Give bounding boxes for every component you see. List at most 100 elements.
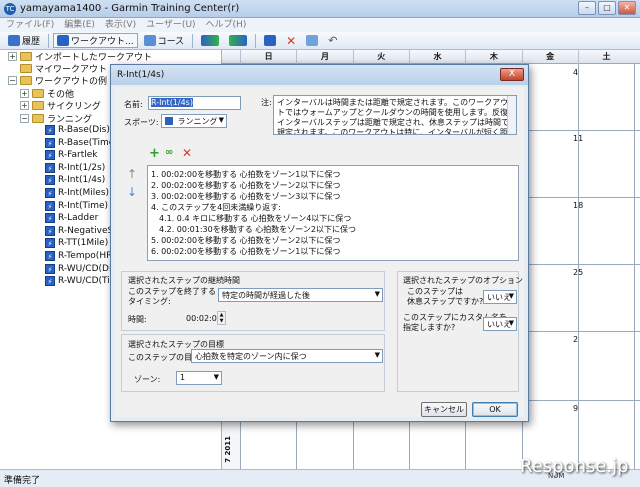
weekday-header: 日 (240, 50, 296, 64)
menu-file[interactable]: ファイル(F) (6, 18, 54, 32)
workout-icon: ⚡ (45, 251, 55, 261)
tree-item-imported[interactable]: + インポートしたワークアウト (8, 50, 152, 63)
menu-view[interactable]: 表示(V) (105, 18, 136, 32)
step-item[interactable]: 6. 00:02:00を移動する 心拍数をゾーン1以下に保つ (151, 246, 340, 257)
step-item[interactable]: 4.2. 00:01:30を移動する 心拍数をゾーン2以下に保つ (159, 224, 356, 235)
step-item[interactable]: 5. 00:02:00を移動する 心拍数をゾーン2以下に保つ (151, 235, 340, 246)
tree-item-other[interactable]: + その他 (20, 87, 74, 100)
receive-from-device-button[interactable] (225, 33, 251, 48)
move-up-icon[interactable]: ↑ (127, 167, 137, 181)
tree-workout-item[interactable]: ⚡ R-Fartlek (45, 149, 97, 161)
step-item[interactable]: 2. 00:02:00を移動する 心拍数をゾーン2以下に保つ (151, 180, 340, 191)
tree-workout-item[interactable]: ⚡ R-Base(Time) (45, 137, 118, 149)
expand-icon[interactable]: + (20, 88, 29, 98)
undo-icon: ↶ (328, 34, 338, 47)
tree-workout-label: R-WU/CD(Dis (58, 263, 117, 274)
import-button[interactable] (302, 33, 322, 48)
undo-button[interactable]: ↶ (324, 33, 341, 48)
tree-workout-item[interactable]: ⚡ R-TT(1Mile) (45, 237, 108, 249)
courses-button[interactable]: コース (140, 33, 189, 48)
duration-title: 選択されたステップの継続時間 (128, 276, 240, 285)
tree-item-label: サイクリング (47, 101, 101, 112)
new-workout-button[interactable] (260, 33, 280, 48)
tree-workout-item[interactable]: ⚡ R-WU/CD(Dis (45, 263, 116, 275)
workout-icon: ⚡ (45, 125, 55, 135)
import-icon (306, 35, 319, 46)
folder-icon (20, 51, 32, 61)
sport-select[interactable]: ランニング ▼ (161, 114, 227, 128)
chevron-down-icon: ▼ (508, 292, 514, 300)
calendar-day[interactable]: 9 (573, 404, 578, 413)
workouts-label: ワークアウト... (71, 37, 134, 47)
tree-workout-item[interactable]: ⚡ R-Int(1/2s) (45, 162, 105, 174)
workout-icon: ⚡ (45, 137, 55, 148)
menu-edit[interactable]: 編集(E) (64, 18, 95, 32)
calendar-day[interactable]: 4 (573, 68, 578, 77)
chevron-down-icon: ▼ (374, 351, 380, 359)
tree-workout-item[interactable]: ⚡ R-Int(Time) (45, 200, 108, 212)
zone-value: 1 (180, 373, 186, 382)
custom-name-select[interactable]: いいえ ▼ (483, 317, 517, 331)
workouts-button[interactable]: ワークアウト... (53, 33, 138, 48)
tree-workout-item[interactable]: ⚡ R-Int(1/4s) (45, 174, 105, 186)
add-step-icon[interactable]: + (149, 146, 160, 161)
workout-icon: ⚡ (45, 150, 55, 161)
folder-icon (32, 88, 44, 98)
move-down-icon[interactable]: ↓ (127, 185, 137, 199)
time-stepper[interactable]: ▲ ▼ (217, 311, 226, 325)
close-window-button[interactable]: ✕ (618, 1, 636, 15)
send-to-device-button[interactable] (197, 33, 223, 48)
zone-select[interactable]: 1 ▼ (176, 371, 222, 385)
calendar-day[interactable]: 11 (573, 134, 583, 143)
cancel-button[interactable]: キャンセル (421, 402, 467, 417)
calendar-day[interactable]: 25 (573, 268, 583, 277)
expand-icon[interactable]: + (8, 51, 17, 61)
calendar-day[interactable]: 2 (573, 335, 578, 344)
tree-workout-label: R-Base(Time) (58, 137, 118, 148)
rest-step-select[interactable]: いいえ ▼ (483, 290, 517, 304)
name-label: 名前: (124, 100, 143, 109)
note-scrollbar[interactable] (507, 96, 516, 134)
tree-workout-item[interactable]: ⚡ R-Ladder (45, 212, 98, 224)
add-repeat-icon[interactable]: ∞ (165, 147, 173, 158)
history-icon (8, 35, 20, 46)
step-item[interactable]: 4. このステップを4回未満繰り返す: (151, 202, 281, 213)
chevron-down-icon: ▼ (508, 319, 514, 327)
ok-button[interactable]: OK (472, 402, 518, 417)
delete-step-icon[interactable]: ✕ (182, 146, 192, 160)
step-item[interactable]: 3. 00:02:00を移動する 心拍数をゾーン3以下に保つ (151, 191, 340, 202)
history-button[interactable]: 履歴 (4, 33, 44, 48)
tree-workout-item[interactable]: ⚡ R-Tempo(HR) (45, 250, 116, 262)
name-field[interactable]: R-Int(1/4s) (148, 96, 241, 110)
collapse-icon[interactable]: − (8, 75, 17, 85)
tree-item-my-workouts[interactable]: マイワークアウト (20, 62, 107, 75)
note-field[interactable]: インターバルは時間または距離で規定されます。このワークアウトではウォームアップと… (273, 95, 517, 135)
tree-item-cycling[interactable]: + サイクリング (20, 99, 101, 112)
grid-line (634, 64, 636, 469)
note-text: インターバルは時間または距離で規定されます。このワークアウトではウォームアップと… (277, 98, 509, 135)
tree-item-examples[interactable]: − ワークアウトの例 (8, 74, 107, 87)
calendar-day[interactable]: 18 (573, 201, 583, 210)
dialog-close-button[interactable]: X (500, 68, 524, 81)
new-workout-icon (264, 35, 277, 46)
tree-item-running[interactable]: − ランニング (20, 112, 92, 125)
maximize-button[interactable]: □ (598, 1, 616, 15)
expand-icon[interactable]: + (20, 100, 29, 110)
end-timing-label: このステップを終了する タイミング: (128, 287, 216, 306)
menu-help[interactable]: ヘルプ(H) (206, 18, 247, 32)
tree-workout-item[interactable]: ⚡ R-Int(Miles) (45, 187, 109, 199)
delete-button[interactable]: ✕ (282, 33, 300, 48)
status-text: 準備完了 (4, 476, 41, 486)
step-item[interactable]: 4.1. 0.4 キロに移動する 心拍数をゾーン4以下に保つ (159, 213, 351, 224)
workout-icon: ⚡ (45, 276, 55, 287)
folder-icon (20, 63, 32, 73)
minimize-button[interactable]: – (578, 1, 596, 15)
target-select[interactable]: 心拍数を特定のゾーン内に保つ ▼ (191, 349, 383, 363)
tree-workout-item[interactable]: ⚡ R-Base(Dis) (45, 124, 110, 136)
menu-user[interactable]: ユーザー(U) (146, 18, 195, 32)
collapse-icon[interactable]: − (20, 113, 29, 123)
end-timing-select[interactable]: 特定の時間が経過した後 ▼ (218, 288, 383, 302)
step-item[interactable]: 1. 00:02:00を移動する 心拍数をゾーン1以下に保つ (151, 169, 340, 180)
custom-name-value: いいえ (487, 320, 511, 329)
tree-workout-item[interactable]: ⚡ R-WU/CD(Tim (45, 275, 119, 287)
